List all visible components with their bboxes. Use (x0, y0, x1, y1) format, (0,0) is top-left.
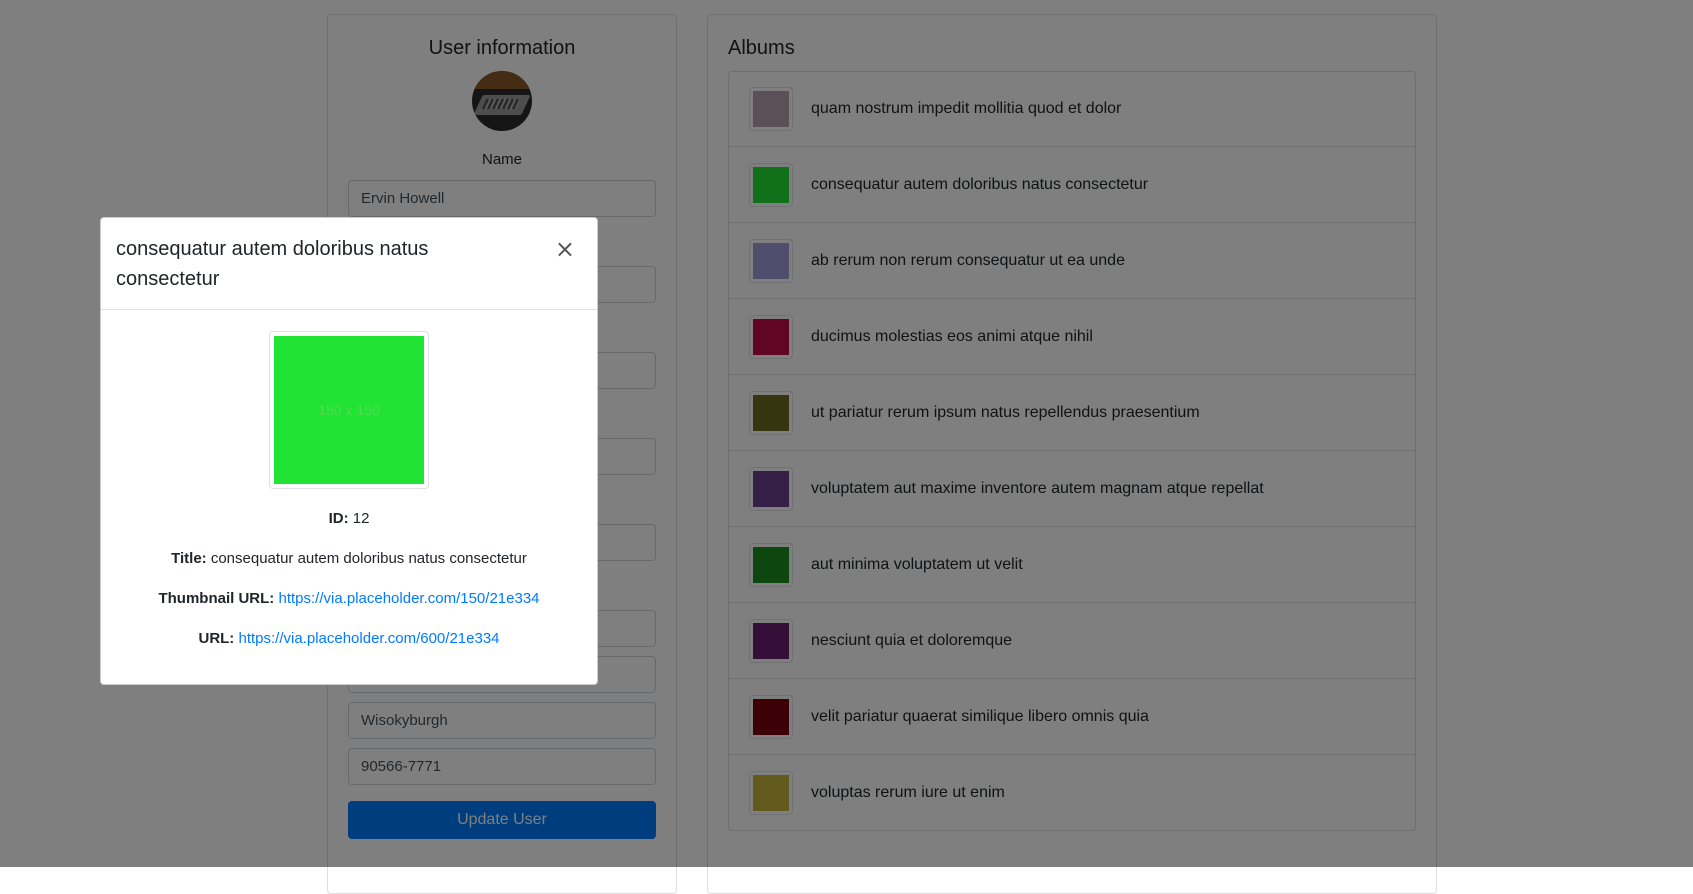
photo-url: URL: https://via.placeholder.com/600/21e… (101, 630, 597, 647)
title-label: Title: (171, 550, 207, 567)
photo-title: Title: consequatur autem doloribus natus… (101, 550, 597, 567)
photo-thumbnail: 150 x 150 (269, 331, 429, 489)
id-label: ID: (328, 510, 349, 527)
modal-header: consequatur autem doloribus natus consec… (101, 218, 597, 310)
close-icon[interactable]: × (549, 236, 581, 262)
title-value: consequatur autem doloribus natus consec… (210, 550, 527, 567)
thumbnail-url-link[interactable]: https://via.placeholder.com/150/21e334 (278, 590, 539, 607)
photo-modal: consequatur autem doloribus natus consec… (100, 217, 598, 685)
url-label: URL: (198, 630, 235, 647)
photo-image: 150 x 150 (274, 336, 424, 484)
id-value: 12 (352, 510, 370, 527)
photo-thumbnail-url: Thumbnail URL: https://via.placeholder.c… (101, 590, 597, 607)
modal-title: consequatur autem doloribus natus consec… (116, 238, 429, 290)
thumbnail-url-label: Thumbnail URL: (158, 590, 275, 607)
url-link[interactable]: https://via.placeholder.com/600/21e334 (238, 630, 499, 647)
photo-id: ID: 12 (101, 510, 597, 527)
